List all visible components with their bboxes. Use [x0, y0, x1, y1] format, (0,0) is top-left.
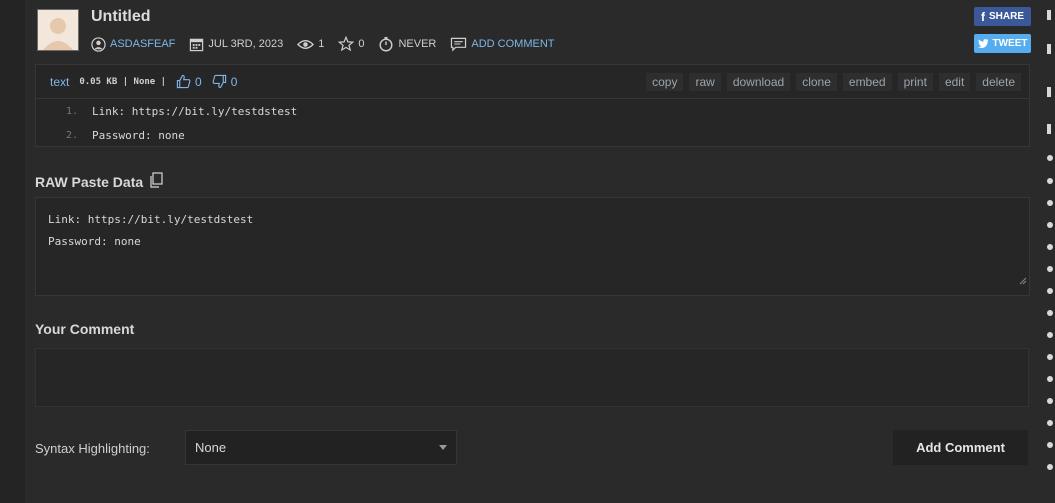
embed-button[interactable]: embed — [842, 72, 892, 91]
star-count: 0 — [358, 38, 365, 50]
raw-button[interactable]: raw — [689, 72, 721, 91]
raw-line: Password: none — [48, 235, 141, 248]
delete-button[interactable]: delete — [976, 72, 1021, 91]
paste-title: Untitled — [91, 8, 151, 25]
line-text: Password: none — [92, 128, 185, 142]
syntax-highlighting-label: Syntax Highlighting: — [35, 441, 150, 456]
username-link[interactable]: ASDASFEAF — [110, 38, 175, 50]
add-comment-link[interactable]: ADD COMMENT — [471, 38, 554, 50]
view-count: 1 — [318, 38, 325, 50]
comment-icon — [450, 37, 467, 52]
syntax-highlighting-select[interactable]: None — [185, 430, 457, 465]
syntax-language-link[interactable]: text — [50, 75, 69, 89]
raw-paste-textarea[interactable]: Link: https://bit.ly/testdstest Password… — [35, 197, 1030, 296]
twitter-tweet-button[interactable]: TWEET — [974, 34, 1031, 53]
calendar-icon — [189, 37, 204, 52]
download-button[interactable]: download — [726, 72, 791, 91]
clone-button[interactable]: clone — [796, 72, 837, 91]
user-silhouette-icon — [38, 10, 78, 50]
thumbs-down-icon — [212, 74, 226, 89]
dislike-count: 0 — [230, 74, 238, 89]
line-number: 1. — [65, 105, 78, 117]
resize-handle-icon[interactable] — [1019, 271, 1027, 293]
paste-actions: copy raw download clone embed print edit… — [646, 72, 1029, 91]
left-gutter — [0, 0, 25, 503]
user-icon — [91, 36, 106, 52]
thumbs-up-icon — [176, 74, 191, 89]
facebook-icon: f — [980, 9, 985, 24]
right-sidebar-edge — [1045, 0, 1055, 503]
edit-button[interactable]: edit — [938, 72, 971, 91]
dislike-button[interactable]: 0 — [212, 74, 238, 89]
paste-size-info: 0.05 KB | None | — [79, 76, 167, 87]
avatar[interactable] — [37, 9, 79, 51]
print-button[interactable]: print — [897, 72, 933, 91]
raw-line: Link: https://bit.ly/testdstest — [48, 213, 254, 226]
paste-code-panel: text 0.05 KB | None | 0 0 copy raw downl… — [35, 64, 1030, 147]
line-text: Link: https://bit.ly/testdstest — [92, 104, 298, 118]
copy-clipboard-icon[interactable] — [149, 172, 163, 191]
paste-meta: ASDASFEAF JUL 3RD, 2023 1 0 NEVER ADD CO… — [91, 35, 554, 53]
paste-page: Untitled ASDASFEAF JUL 3RD, 2023 1 0 NEV… — [25, 0, 1045, 503]
comment-textarea[interactable] — [35, 348, 1029, 407]
add-comment-button[interactable]: Add Comment — [893, 430, 1028, 465]
facebook-share-button[interactable]: f SHARE — [974, 7, 1031, 26]
twitter-icon — [977, 39, 988, 48]
star-icon[interactable] — [338, 36, 355, 52]
copy-button[interactable]: copy — [646, 72, 684, 91]
timer-icon — [378, 36, 394, 52]
raw-paste-heading: RAW Paste Data — [35, 172, 163, 191]
eye-icon — [297, 38, 315, 51]
social-buttons: f SHARE TWEET — [974, 7, 1031, 61]
chevron-down-icon — [439, 445, 447, 450]
like-count: 0 — [195, 74, 202, 89]
paste-date: JUL 3RD, 2023 — [208, 38, 284, 50]
line-number: 2. — [65, 129, 78, 141]
code-toolbar: text 0.05 KB | None | 0 0 copy raw downl… — [36, 65, 1029, 99]
like-button[interactable]: 0 — [176, 74, 202, 89]
code-line: 2. Password: none — [36, 123, 1029, 147]
code-line: 1. Link: https://bit.ly/testdstest — [36, 99, 1029, 123]
expiration-value: NEVER — [398, 38, 437, 50]
syntax-selected-value: None — [195, 440, 227, 455]
comment-heading: Your Comment — [35, 321, 135, 337]
